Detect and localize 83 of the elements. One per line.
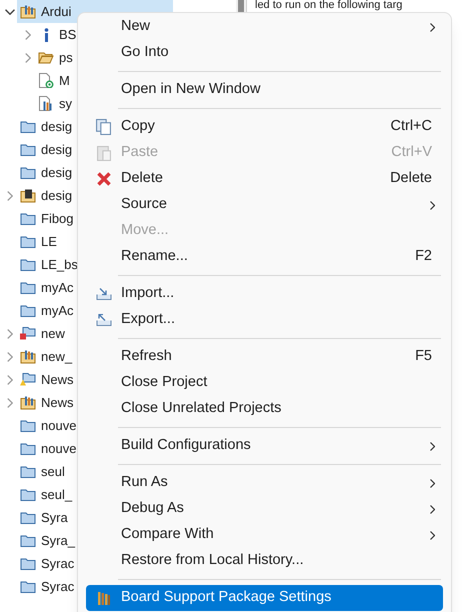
folder-icon — [20, 144, 36, 156]
folder-icon — [20, 282, 36, 294]
tree-item[interactable]: ps — [35, 46, 73, 69]
folder-icon — [20, 512, 36, 524]
tree-item[interactable]: nouve — [17, 437, 76, 460]
tree-item[interactable]: Syrac — [17, 575, 74, 598]
folder-icon — [20, 488, 36, 500]
info-icon — [44, 28, 48, 42]
tree-item[interactable]: desig — [17, 138, 72, 161]
tree-item[interactable]: seul_ — [17, 483, 72, 506]
menu-item[interactable]: Copy Ctrl+C — [86, 114, 443, 140]
tree-item[interactable]: Syra — [17, 506, 68, 529]
folder-icon — [20, 304, 36, 316]
menu-item[interactable]: Open in New Window — [86, 77, 443, 103]
folder-icon — [20, 534, 36, 546]
tree-item[interactable]: M — [35, 69, 70, 92]
tree-item[interactable]: News — [17, 391, 74, 414]
menu-item[interactable]: Close Unrelated Projects — [86, 396, 443, 422]
tree-item[interactable]: Fibog — [17, 207, 74, 230]
tree-item[interactable]: Syrac — [17, 552, 74, 575]
menu-item[interactable]: Run As — [86, 470, 443, 496]
tree-item[interactable]: myAc — [17, 299, 74, 322]
tree-item[interactable]: new — [17, 322, 65, 345]
folder-icon — [20, 236, 36, 248]
menu-item[interactable]: Close Project — [86, 370, 443, 396]
menu-item[interactable]: Delete Delete — [86, 166, 443, 192]
folder-icon — [20, 580, 36, 592]
import-icon — [96, 288, 112, 300]
menu-item[interactable]: Board Support Package Settings — [86, 585, 443, 611]
error-project-icon — [20, 327, 36, 340]
folder-icon — [20, 212, 36, 224]
tree-item[interactable]: desig — [17, 161, 72, 184]
library-folder-icon — [20, 350, 36, 364]
tree-item[interactable]: sy — [35, 92, 72, 115]
chevron-right-icon[interactable] — [7, 352, 13, 362]
chevron-right-icon[interactable] — [25, 30, 31, 40]
editor-text: led to run on the following targ — [255, 0, 404, 11]
tree-item[interactable]: desig — [17, 184, 72, 207]
folder-icon — [20, 442, 36, 454]
tree-item[interactable]: nouve — [17, 414, 76, 437]
file-icon — [38, 73, 54, 88]
tree-item[interactable]: myAc — [17, 276, 74, 299]
library-folder-icon — [20, 4, 36, 18]
tree-item[interactable]: desig — [17, 115, 72, 138]
copy-icon — [96, 119, 111, 135]
library-folder-icon — [20, 396, 36, 410]
tree-item[interactable]: Syra_ — [17, 529, 75, 552]
library-icon — [39, 96, 53, 111]
tree-item[interactable]: BS — [35, 23, 76, 46]
folder-icon — [20, 558, 36, 570]
folder-icon — [20, 166, 36, 178]
tree-item[interactable]: LE — [17, 230, 57, 253]
chevron-right-icon[interactable] — [25, 52, 31, 62]
chevron-right-icon[interactable] — [7, 374, 13, 384]
menu-item[interactable]: Build Configurations — [86, 433, 443, 459]
chevron-right-icon[interactable] — [7, 328, 13, 338]
menu-item[interactable]: Refresh F5 — [86, 344, 443, 370]
tree-item[interactable]: News — [17, 368, 74, 391]
menu-item[interactable]: Rename... F2 — [86, 244, 443, 270]
books-icon — [98, 592, 110, 604]
tree-item[interactable]: new_ — [17, 345, 72, 368]
chevron-down-icon[interactable] — [5, 8, 15, 14]
chip-folder-icon — [20, 188, 36, 202]
menu-item[interactable]: Go Into — [86, 40, 443, 66]
chevron-right-icon[interactable] — [7, 398, 13, 408]
delete-icon — [96, 172, 110, 186]
folder-icon — [20, 120, 36, 132]
export-icon — [96, 314, 112, 326]
folder-icon — [20, 420, 36, 432]
warning-project-icon — [20, 373, 36, 386]
menu-item[interactable]: Compare With — [86, 522, 443, 548]
menu-item[interactable]: Source — [86, 192, 443, 218]
folder-icon — [20, 466, 36, 478]
menu-item[interactable]: Export... — [86, 307, 443, 333]
paste-icon — [96, 146, 110, 160]
folder-icon — [20, 258, 36, 270]
tree-item[interactable]: LE_bs — [17, 253, 78, 276]
menu-item[interactable]: Restore from Local History... — [86, 548, 443, 574]
menu-item[interactable]: Debug As — [86, 496, 443, 522]
chevron-right-icon[interactable] — [7, 190, 13, 200]
folder-icon — [38, 52, 54, 64]
tree-item[interactable]: seul — [17, 460, 65, 483]
menu-item[interactable]: Import... — [86, 281, 443, 307]
